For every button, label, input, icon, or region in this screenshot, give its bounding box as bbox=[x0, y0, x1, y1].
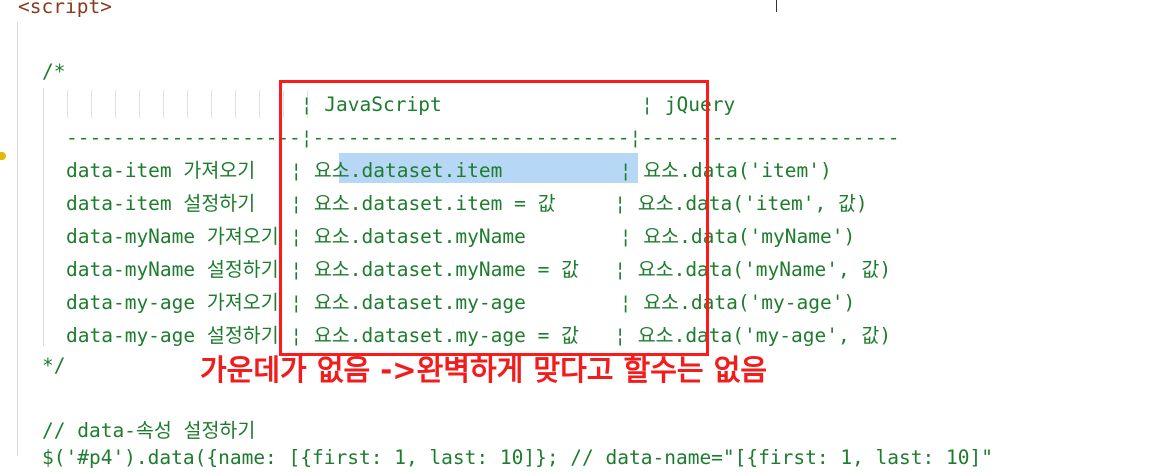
text-cursor bbox=[776, 0, 777, 12]
indent-guide bbox=[43, 88, 44, 346]
code-line-comment-open[interactable]: /* bbox=[42, 55, 65, 88]
annotation-box bbox=[279, 80, 709, 356]
code-line-partial[interactable]: $('#p4').data({name: [{first: 1, last: 1… bbox=[42, 441, 993, 474]
code-line-script-tag[interactable]: <script> bbox=[18, 0, 112, 23]
annotation-note: 가운데가 없음 ->완벽하게 맞다고 할수는 없음 bbox=[200, 353, 768, 387]
gutter-marker-icon bbox=[0, 152, 6, 160]
code-line-comment-close[interactable]: */ bbox=[42, 349, 65, 382]
indent-guide bbox=[17, 22, 18, 456]
